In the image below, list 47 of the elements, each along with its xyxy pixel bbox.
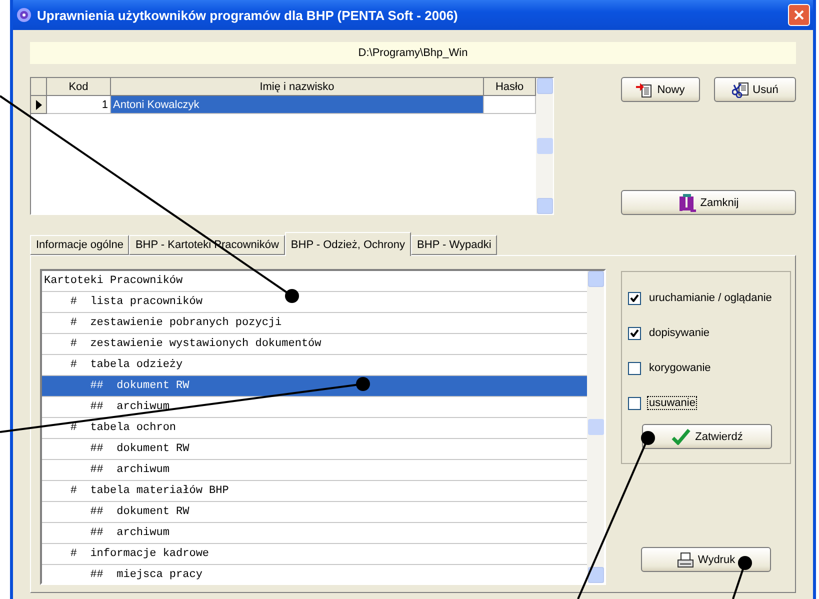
printer-icon [676,552,694,568]
new-button[interactable]: Nowy [621,77,700,102]
tree-item[interactable]: # informacje kadrowe [42,544,587,565]
checkbox[interactable] [628,362,641,374]
close-icon [793,9,805,21]
delete-button[interactable]: Usuń [714,77,796,102]
tab[interactable]: BHP - Wypadki [411,235,498,255]
tree-item[interactable]: # tabela materiałów BHP [42,481,587,502]
tree-item[interactable]: ## archiwum [42,460,587,481]
tree-item[interactable]: ## dokument RW [42,502,587,523]
checkbox-label[interactable]: uruchamianie / oglądanie [647,291,774,305]
check-icon [630,329,639,337]
print-button[interactable]: Wydruk [641,547,771,572]
checkmark-icon [671,428,692,445]
check-icon [630,294,639,302]
checkbox-label[interactable]: dopisywanie [647,326,712,340]
tree-item[interactable]: Kartoteki Pracowników [42,271,587,292]
column-header[interactable]: Hasło [484,78,536,96]
scrollbar[interactable] [587,271,604,583]
table-cell: Antoni Kowalczyk [111,96,484,114]
scissors-icon [732,82,749,98]
tab[interactable]: BHP - Odzież, Ochrony [284,232,412,256]
tree-item[interactable]: ## dokument RW [42,376,587,397]
checkbox[interactable] [628,292,641,304]
app-icon [16,7,32,23]
document-icon [636,82,654,98]
confirm-button[interactable]: Zatwierdź [642,424,772,449]
tree-item[interactable]: # tabela ochron [42,418,587,439]
tree-item[interactable]: # zestawienie pobranych pozycji [42,313,587,334]
checkbox-label[interactable]: korygowanie [647,361,713,375]
door-icon [678,193,696,212]
checkbox[interactable] [628,396,641,410]
column-header[interactable]: Imię i nazwisko [111,78,484,96]
checkbox-label[interactable]: usuwanie [647,396,698,410]
tree-item[interactable]: ## archiwum [42,397,587,418]
tree-item[interactable]: # zestawienie wystawionych dokumentów [42,334,587,355]
scrollbar[interactable] [536,78,553,214]
close-button[interactable] [788,4,810,26]
tree-item[interactable]: ## archiwum [42,523,587,544]
window-title: Uprawnienia użytkowników programów dla BHP (PENTA Soft - 2006) [37,8,459,22]
path-label: D:\Programy\Bhp_Win [30,42,796,64]
current-row-icon [34,100,42,110]
checkbox[interactable] [628,326,641,340]
tree-item[interactable]: ## dokument RW [42,439,587,460]
column-header[interactable]: Kod [47,78,111,96]
tab[interactable]: Informacje ogólne [30,235,130,255]
close-window-button[interactable]: Zamknij [621,190,796,215]
